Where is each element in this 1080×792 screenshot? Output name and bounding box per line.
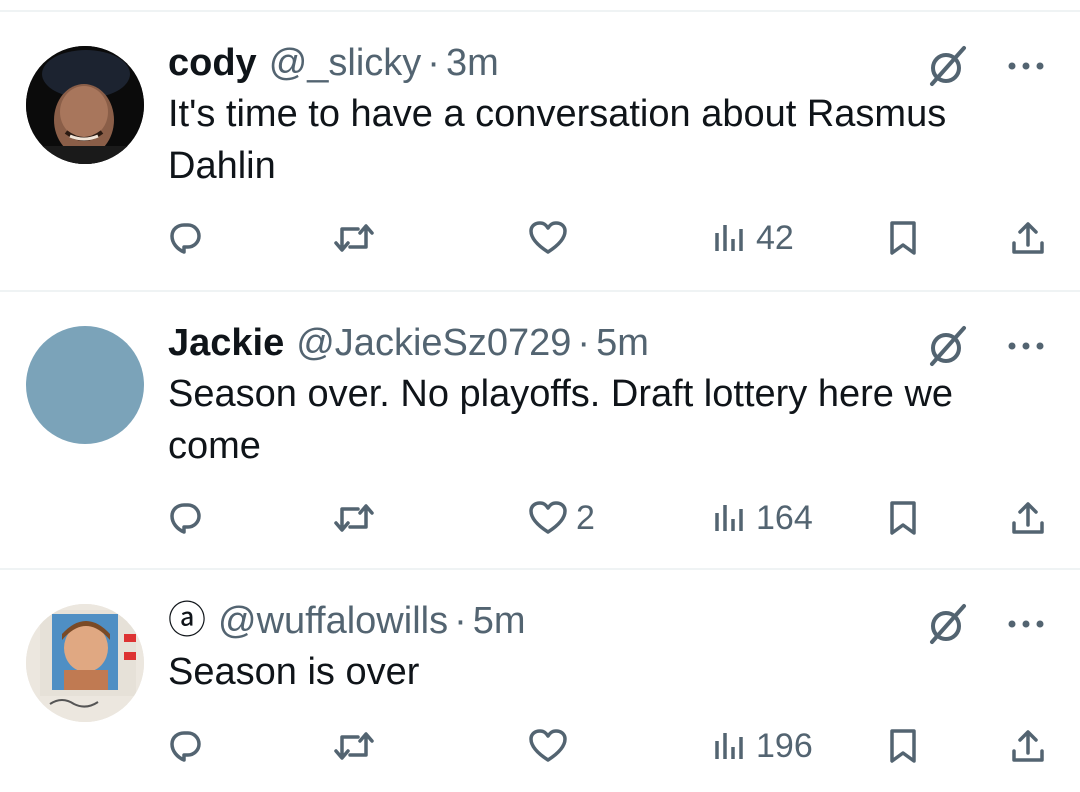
avatar[interactable] [26, 326, 144, 444]
retweet-button[interactable] [332, 490, 376, 546]
bookmark-icon [890, 501, 916, 535]
bookmark-button[interactable] [886, 718, 920, 774]
heart-icon [529, 221, 567, 254]
views-icon [715, 733, 743, 759]
views-icon [715, 505, 743, 531]
reply-button[interactable] [166, 490, 204, 546]
grok-icon[interactable] [926, 44, 970, 88]
separator-dot: · [427, 42, 440, 84]
grok-icon[interactable] [926, 324, 970, 368]
bookmark-button[interactable] [886, 490, 920, 546]
view-count: 42 [756, 218, 794, 257]
grok-icon[interactable] [926, 602, 970, 646]
retweet-icon [334, 732, 374, 760]
views-button[interactable]: 196 [712, 718, 813, 774]
avatar-photo-icon [26, 46, 144, 164]
like-button[interactable]: 2 [528, 490, 595, 546]
username[interactable]: @_slicky [269, 40, 422, 86]
tweet[interactable]: Jackie @JackieSz0729 · 5m Season over. N… [0, 292, 1080, 568]
view-count: 164 [756, 498, 813, 537]
like-button[interactable] [528, 210, 576, 266]
views-button[interactable]: 42 [712, 210, 794, 266]
tweet[interactable]: ⓐ @wuffalowills · 5m Season is over 196 [0, 570, 1080, 792]
heart-icon [529, 729, 567, 762]
share-button[interactable] [1008, 210, 1048, 266]
retweet-button[interactable] [332, 210, 376, 266]
reply-icon [170, 731, 201, 762]
username[interactable]: @JackieSz0729 [296, 320, 571, 366]
retweet-icon [334, 224, 374, 252]
username[interactable]: @wuffalowills [218, 598, 448, 644]
retweet-icon [334, 504, 374, 532]
share-button[interactable] [1008, 490, 1048, 546]
bookmark-icon [890, 729, 916, 763]
more-icon[interactable] [1002, 44, 1050, 88]
action-bar: 196 [0, 718, 1080, 774]
share-icon [1012, 222, 1044, 254]
timestamp[interactable]: 5m [473, 598, 526, 644]
view-count: 196 [756, 726, 813, 765]
id-card-photo-icon [26, 604, 144, 722]
display-name[interactable]: Jackie [168, 320, 284, 366]
action-bar: 42 [0, 210, 1080, 266]
reply-button[interactable] [166, 210, 204, 266]
avatar[interactable] [26, 46, 144, 164]
reply-icon [170, 503, 201, 534]
reply-button[interactable] [166, 718, 204, 774]
share-button[interactable] [1008, 718, 1048, 774]
like-button[interactable] [528, 718, 576, 774]
tweet-text: Season is over [168, 651, 420, 693]
separator-dot: · [577, 322, 591, 364]
retweet-button[interactable] [332, 718, 376, 774]
bookmark-icon [890, 221, 916, 255]
display-name[interactable]: cody [168, 40, 257, 86]
display-name[interactable]: ⓐ [168, 598, 206, 644]
like-count: 2 [576, 498, 595, 537]
more-icon[interactable] [1002, 602, 1050, 646]
timestamp[interactable]: 5m [596, 320, 649, 366]
share-icon [1012, 502, 1044, 534]
bookmark-button[interactable] [886, 210, 920, 266]
tweet-text: Season over. No playoffs. Draft lottery … [168, 373, 954, 467]
action-bar: 2 164 [0, 490, 1080, 546]
timestamp[interactable]: 3m [446, 40, 499, 86]
heart-icon [529, 501, 567, 534]
share-icon [1012, 730, 1044, 762]
tweet[interactable]: cody @_slicky · 3m It's time to have a c… [0, 12, 1080, 290]
avatar[interactable] [26, 604, 144, 722]
views-button[interactable]: 164 [712, 490, 813, 546]
tweet-text: It's time to have a conversation about R… [168, 93, 947, 187]
separator-dot: · [454, 600, 467, 642]
views-icon [715, 225, 743, 251]
reply-icon [170, 223, 201, 254]
more-icon[interactable] [1002, 324, 1050, 368]
